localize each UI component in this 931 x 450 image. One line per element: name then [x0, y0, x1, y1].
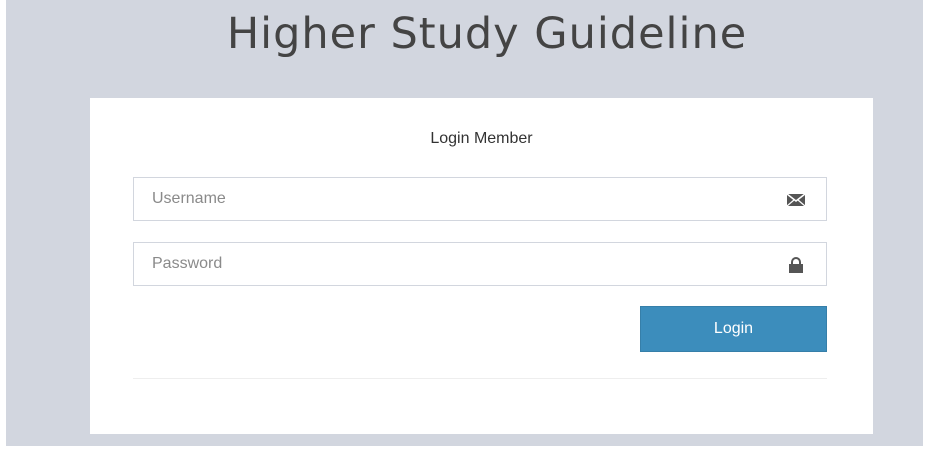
- lock-icon: [789, 257, 803, 273]
- login-heading: Login Member: [430, 130, 533, 147]
- password-input[interactable]: [134, 243, 774, 285]
- page-title: Higher Study Guideline: [226, 9, 748, 59]
- username-field: [133, 177, 827, 221]
- login-button[interactable]: Login: [640, 306, 827, 352]
- divider: [133, 378, 827, 379]
- password-field: [133, 242, 827, 286]
- envelope-icon: [786, 193, 806, 207]
- login-box: Login Member Login: [90, 98, 873, 434]
- page-background: Higher Study Guideline Login Member Logi…: [6, 0, 923, 446]
- username-input[interactable]: [134, 178, 774, 220]
